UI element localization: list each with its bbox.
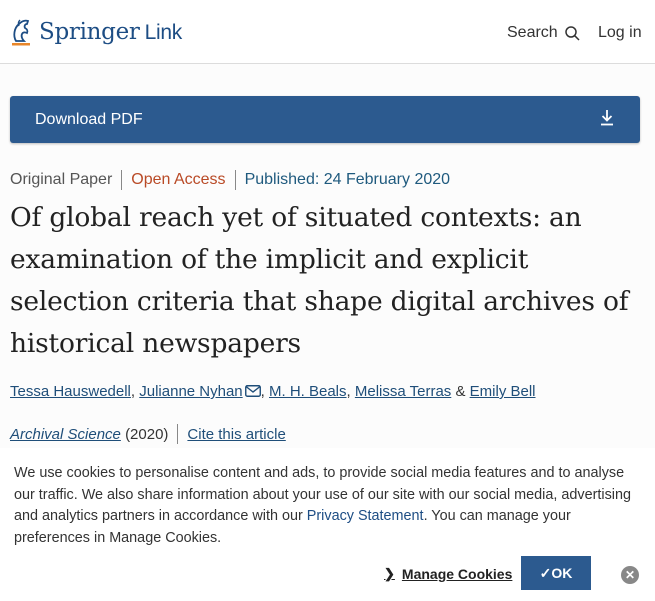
logo-link: Link <box>144 21 183 44</box>
close-icon[interactable]: ✕ <box>621 566 639 584</box>
author-separator: , <box>346 383 351 400</box>
springer-horse-icon <box>12 19 30 46</box>
login-link[interactable]: Log in <box>598 24 642 42</box>
article-title: Of global reach yet of situated contexts… <box>10 202 629 359</box>
accept-cookies-button[interactable]: ✓OK <box>521 556 591 590</box>
author-link[interactable]: Emily Bell <box>470 383 536 400</box>
cookie-banner: We use cookies to personalise content an… <box>0 448 655 601</box>
author-link[interactable]: Tessa Hauswedell <box>10 383 131 400</box>
author-ampersand: & <box>455 383 466 400</box>
site-header: Springer Link Search Log in <box>0 0 655 64</box>
privacy-statement-link[interactable]: Privacy Statement <box>307 508 424 524</box>
meta-divider <box>121 170 123 190</box>
open-access-badge: Open Access <box>131 171 226 188</box>
manage-cookies-button[interactable]: ❯ Manage Cookies <box>384 566 512 582</box>
email-icon[interactable] <box>244 385 261 397</box>
download-pdf-label: Download PDF <box>35 111 143 128</box>
search-label: Search <box>507 24 558 41</box>
article-meta: Original Paper Open Access Published: 24… <box>10 170 450 190</box>
cookie-message: We use cookies to personalise content an… <box>14 463 644 549</box>
search-icon <box>564 25 580 41</box>
author-link[interactable]: M. H. Beals <box>269 383 347 400</box>
download-icon <box>601 110 613 126</box>
logo-wordmark: Springer Link <box>39 19 182 45</box>
search-button[interactable]: Search <box>507 24 580 42</box>
manage-cookies-label: Manage Cookies <box>401 566 513 582</box>
chevron-right-icon: ❯ <box>384 566 395 581</box>
author-link[interactable]: Julianne Nyhan <box>139 383 242 400</box>
springer-link-logo[interactable]: Springer Link <box>10 17 182 47</box>
logo-springer: Springer <box>39 19 140 45</box>
journal-divider <box>177 424 179 444</box>
author-list: Tessa Hauswedell, Julianne Nyhan, M. H. … <box>10 383 536 400</box>
published-date: Published: 24 February 2020 <box>244 171 451 188</box>
journal-line: Archival Science (2020) Cite this articl… <box>10 424 286 444</box>
cite-article-link[interactable]: Cite this article <box>187 426 285 443</box>
journal-link[interactable]: Archival Science <box>10 426 121 443</box>
author-separator: , <box>130 383 136 400</box>
meta-divider <box>234 170 236 190</box>
article-type: Original Paper <box>10 171 113 188</box>
download-pdf-button[interactable]: Download PDF <box>10 96 640 143</box>
journal-year: (2020) <box>125 425 169 443</box>
author-separator: , <box>260 383 265 400</box>
author-link[interactable]: Melissa Terras <box>355 383 451 400</box>
